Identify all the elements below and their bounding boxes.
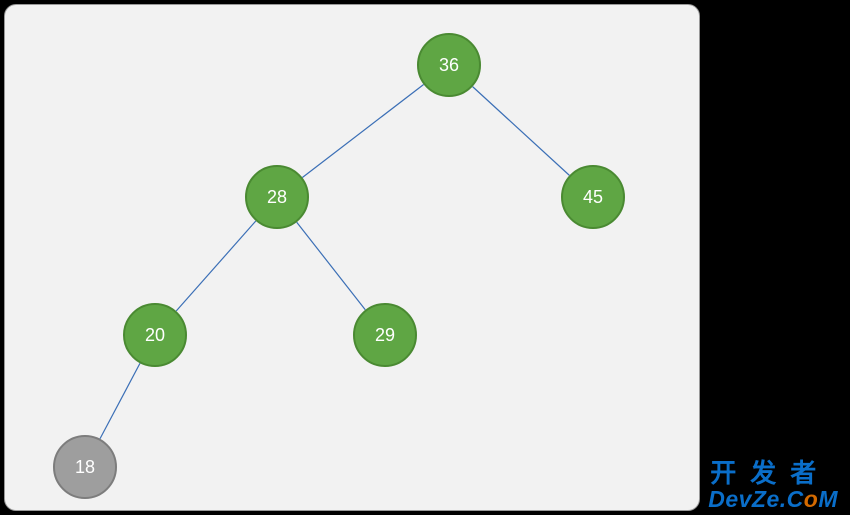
tree-node-28: 28: [245, 165, 309, 229]
edge: [176, 221, 256, 311]
tree-node-20: 20: [123, 303, 187, 367]
watermark-text: M: [818, 486, 838, 512]
watermark-text-accent: o: [804, 486, 819, 512]
edge: [100, 363, 140, 438]
edge: [473, 87, 570, 176]
node-label: 20: [145, 325, 165, 346]
edge: [302, 84, 423, 177]
tree-node-29: 29: [353, 303, 417, 367]
watermark-text: DevZe.C: [708, 486, 804, 512]
watermark-line1: 开发者: [710, 460, 838, 487]
tree-node-18: 18: [53, 435, 117, 499]
node-label: 29: [375, 325, 395, 346]
tree-edges: [5, 5, 701, 512]
node-label: 18: [75, 457, 95, 478]
watermark: 开发者 DevZe.CoM: [708, 460, 838, 511]
node-label: 28: [267, 187, 287, 208]
edge: [297, 222, 366, 310]
tree-node-36: 36: [417, 33, 481, 97]
node-label: 36: [439, 55, 459, 76]
watermark-line2: DevZe.CoM: [708, 487, 838, 511]
tree-node-45: 45: [561, 165, 625, 229]
diagram-canvas: 36 28 45 20 29 18: [4, 4, 700, 511]
node-label: 45: [583, 187, 603, 208]
